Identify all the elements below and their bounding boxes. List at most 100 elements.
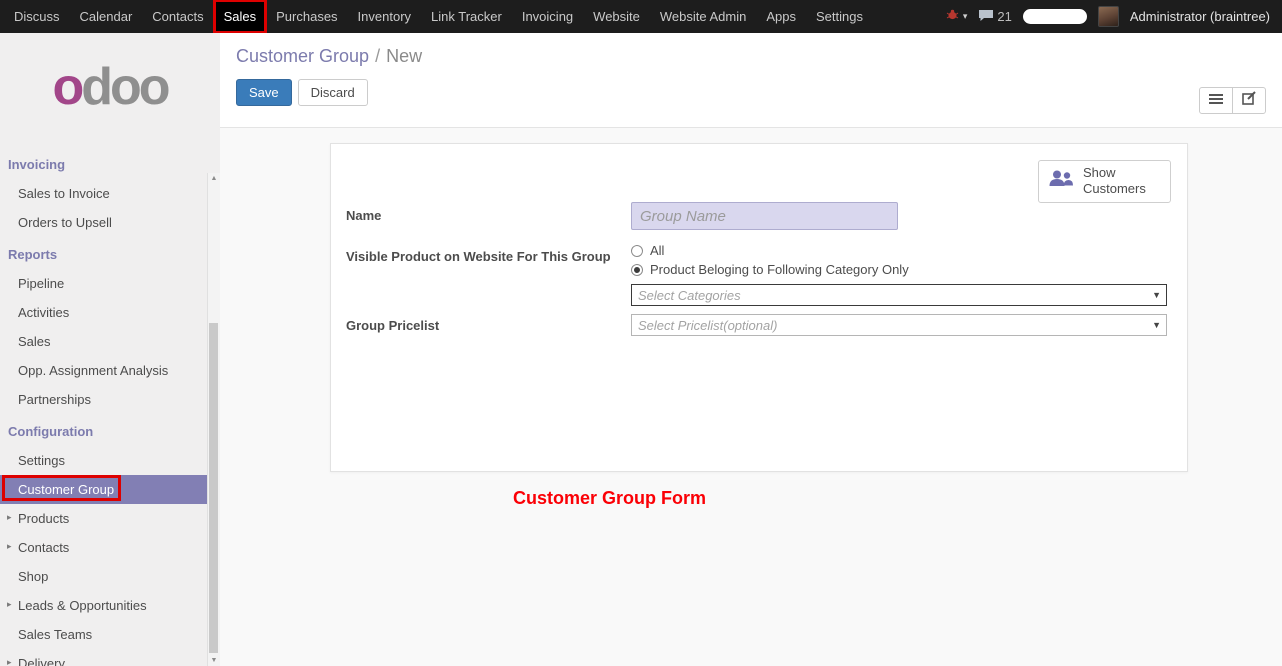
sidebar-item-sales-to-invoice[interactable]: Sales to Invoice: [0, 179, 207, 208]
dropdown-caret-icon: ▼: [1152, 320, 1161, 330]
save-button[interactable]: Save: [236, 79, 292, 106]
avatar[interactable]: [1098, 6, 1119, 27]
sidebar-item-leads-opportunities[interactable]: ▸ Leads & Opportunities: [0, 591, 207, 620]
sidebar-item-label: Products: [18, 511, 69, 526]
toolbar: Save Discard: [236, 79, 1266, 106]
radio-category-label: Product Beloging to Following Category O…: [650, 262, 909, 277]
show-customers-label: Show Customers: [1083, 165, 1155, 198]
scroll-down-icon[interactable]: ▼: [208, 657, 220, 664]
expand-arrow-icon: ▸: [7, 512, 12, 523]
group-name-input[interactable]: [631, 202, 898, 230]
pricelist-placeholder: Select Pricelist(optional): [638, 318, 777, 333]
breadcrumb-new: New: [386, 46, 422, 66]
pricelist-select[interactable]: Select Pricelist(optional) ▼: [631, 314, 1167, 336]
sidebar: odoo Invoicing Sales to Invoice Orders t…: [0, 33, 220, 666]
sidebar-item-label: Customer Group: [18, 482, 114, 497]
nav-item-website[interactable]: Website: [583, 0, 650, 33]
expand-arrow-icon: ▸: [7, 657, 12, 666]
form-card: Show Customers Name Visible Product on W…: [330, 143, 1188, 472]
nav-item-sales[interactable]: Sales: [214, 0, 267, 33]
dropdown-caret-icon: ▼: [1152, 290, 1161, 300]
sidebar-section-reports: Reports: [0, 237, 207, 269]
nav-item-website-admin[interactable]: Website Admin: [650, 0, 756, 33]
name-field-row: Name: [346, 202, 1167, 230]
sidebar-item-sales-teams[interactable]: Sales Teams: [0, 620, 207, 649]
user-menu[interactable]: Administrator (braintree): [1130, 9, 1270, 24]
breadcrumb-separator: /: [369, 46, 386, 66]
nav-item-contacts[interactable]: Contacts: [142, 0, 213, 33]
sidebar-section-invoicing: Invoicing: [0, 147, 207, 179]
control-panel: Customer Group/New Save Discard: [220, 33, 1282, 128]
odoo-logo-accent: o: [52, 58, 81, 116]
top-navbar: Discuss Calendar Contacts Sales Purchase…: [0, 0, 1282, 33]
group-pricelist-label: Group Pricelist: [346, 314, 631, 333]
top-nav-menu: Discuss Calendar Contacts Sales Purchase…: [0, 0, 873, 33]
scroll-up-icon[interactable]: ▲: [208, 175, 220, 182]
nav-item-link-tracker[interactable]: Link Tracker: [421, 0, 512, 33]
odoo-logo: odoo: [52, 61, 167, 113]
list-view-button[interactable]: [1199, 87, 1233, 114]
name-label: Name: [346, 202, 631, 223]
sidebar-item-sales[interactable]: Sales: [0, 327, 207, 356]
discard-button[interactable]: Discard: [298, 79, 368, 106]
annotation-text: Customer Group Form: [513, 488, 706, 509]
nav-item-purchases[interactable]: Purchases: [266, 0, 347, 33]
categories-placeholder: Select Categories: [638, 288, 741, 303]
nav-item-inventory[interactable]: Inventory: [348, 0, 421, 33]
radio-button-checked-icon: [631, 264, 643, 276]
sidebar-item-label: Contacts: [18, 540, 69, 555]
logo-area: odoo: [0, 33, 220, 141]
show-customers-button[interactable]: Show Customers: [1038, 160, 1171, 203]
sidebar-item-partnerships[interactable]: Partnerships: [0, 385, 207, 414]
visible-product-field-row: Visible Product on Website For This Grou…: [346, 243, 1167, 314]
list-view-icon: [1209, 92, 1223, 110]
radio-button-icon: [631, 245, 643, 257]
nav-item-settings[interactable]: Settings: [806, 0, 873, 33]
breadcrumb: Customer Group/New: [236, 46, 1266, 67]
form-fields: Name Visible Product on Website For This…: [346, 202, 1167, 336]
sidebar-menu: Invoicing Sales to Invoice Orders to Ups…: [0, 141, 207, 666]
chat-bubble-icon: [978, 9, 994, 25]
messages-indicator[interactable]: 21: [978, 9, 1011, 25]
sidebar-scrollbar[interactable]: ▲ ▼: [207, 173, 220, 666]
nav-item-calendar[interactable]: Calendar: [70, 0, 143, 33]
sidebar-item-products[interactable]: ▸ Products: [0, 504, 207, 533]
debug-menu[interactable]: ▾: [945, 9, 968, 24]
sidebar-item-label: Leads & Opportunities: [18, 598, 147, 613]
sidebar-item-delivery[interactable]: ▸ Delivery: [0, 649, 207, 666]
scrollbar-thumb[interactable]: [209, 323, 218, 653]
form-edit-icon: [1242, 91, 1257, 110]
messages-count: 21: [997, 9, 1011, 24]
sidebar-item-orders-to-upsell[interactable]: Orders to Upsell: [0, 208, 207, 237]
visible-product-label: Visible Product on Website For This Grou…: [346, 243, 631, 264]
sidebar-item-activities[interactable]: Activities: [0, 298, 207, 327]
pricelist-field-row: Group Pricelist Select Pricelist(optiona…: [346, 314, 1167, 336]
breadcrumb-customer-group[interactable]: Customer Group: [236, 46, 369, 66]
form-view-button[interactable]: [1232, 87, 1266, 114]
nav-item-invoicing[interactable]: Invoicing: [512, 0, 583, 33]
sidebar-item-pipeline[interactable]: Pipeline: [0, 269, 207, 298]
expand-arrow-icon: ▸: [7, 541, 12, 552]
sidebar-item-customer-group[interactable]: Customer Group: [0, 475, 207, 504]
sidebar-item-label: Delivery: [18, 656, 65, 666]
radio-all[interactable]: All: [631, 243, 1167, 258]
caret-down-icon: ▾: [963, 11, 968, 22]
systray-pill[interactable]: [1023, 9, 1087, 24]
expand-arrow-icon: ▸: [7, 599, 12, 610]
view-switcher: [1199, 87, 1266, 114]
categories-select[interactable]: Select Categories ▼: [631, 284, 1167, 306]
sidebar-item-contacts[interactable]: ▸ Contacts: [0, 533, 207, 562]
bug-icon: [945, 9, 960, 24]
sidebar-item-opp-assignment-analysis[interactable]: Opp. Assignment Analysis: [0, 356, 207, 385]
main-content: Customer Group/New Save Discard: [220, 33, 1282, 666]
radio-all-label: All: [650, 243, 664, 258]
systray: ▾ 21 Administrator (braintree): [945, 0, 1282, 33]
odoo-logo-rest: doo: [81, 58, 167, 116]
sidebar-section-configuration: Configuration: [0, 414, 207, 446]
users-icon: [1047, 168, 1075, 195]
radio-category-only[interactable]: Product Beloging to Following Category O…: [631, 262, 1167, 277]
sidebar-item-settings[interactable]: Settings: [0, 446, 207, 475]
sidebar-item-shop[interactable]: Shop: [0, 562, 207, 591]
nav-item-apps[interactable]: Apps: [756, 0, 806, 33]
nav-item-discuss[interactable]: Discuss: [4, 0, 70, 33]
